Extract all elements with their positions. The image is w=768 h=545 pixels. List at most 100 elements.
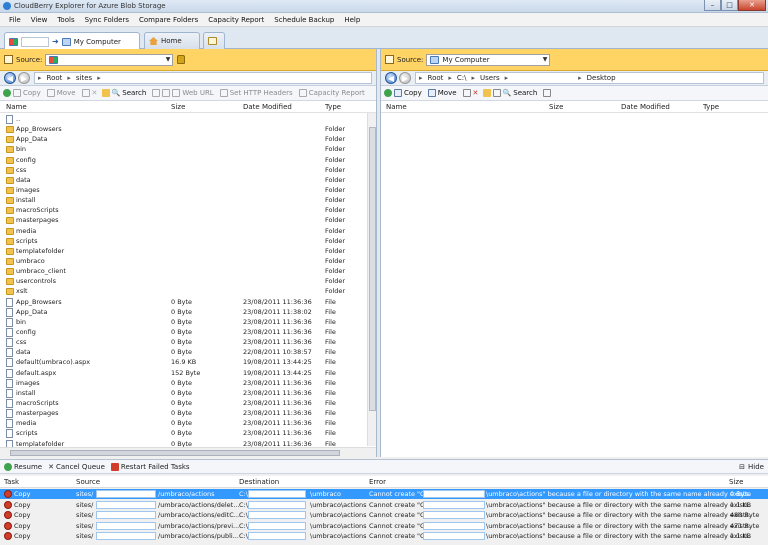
left-vertical-scrollbar[interactable] xyxy=(367,113,376,446)
refresh-icon[interactable] xyxy=(384,89,392,97)
minimize-button[interactable]: – xyxy=(704,0,721,11)
tab-home[interactable]: Home xyxy=(144,32,200,49)
list-item[interactable]: umbraco_client Folder xyxy=(0,267,366,277)
menu-sync-folders[interactable]: Sync Folders xyxy=(80,16,134,24)
list-item[interactable]: install 0 Byte 23/08/2011 11:36:36 File xyxy=(0,388,366,399)
list-item[interactable]: macroScripts Folder xyxy=(0,206,366,216)
back-button[interactable]: ◀ xyxy=(385,72,397,84)
col-size[interactable]: Size xyxy=(729,478,743,486)
properties-icon[interactable] xyxy=(152,89,161,97)
list-item[interactable]: bin Folder xyxy=(0,145,366,155)
menu-help[interactable]: Help xyxy=(339,16,365,24)
new-folder-icon[interactable] xyxy=(482,89,491,97)
list-item[interactable]: App_Browsers Folder xyxy=(0,125,366,135)
left-horizontal-scrollbar[interactable] xyxy=(0,447,376,457)
back-button[interactable]: ◀ xyxy=(4,72,16,84)
list-item[interactable]: scripts Folder xyxy=(0,237,366,247)
list-item[interactable]: data Folder xyxy=(0,176,366,186)
tab-account-field[interactable] xyxy=(21,36,49,47)
col-destination[interactable]: Destination xyxy=(239,478,279,486)
queue-row[interactable]: Copy sites/ /umbraco/actions/delet... C:\ \u… xyxy=(0,500,768,510)
col-size[interactable]: Size xyxy=(171,103,185,111)
list-item[interactable]: data 0 Byte 22/08/2011 10:38:57 File xyxy=(0,348,366,358)
list-item[interactable]: install Folder xyxy=(0,196,366,206)
cancel-queue-button[interactable]: ✕ Cancel Queue xyxy=(48,463,105,471)
col-date[interactable]: Date Modified xyxy=(243,103,292,111)
list-item[interactable]: default(umbraco).aspx 16.9 KB 19/08/2011 1… xyxy=(0,358,366,368)
forward-button[interactable]: ▶ xyxy=(18,72,30,84)
hide-button[interactable]: ⊟ Hide xyxy=(739,463,764,471)
col-date[interactable]: Date Modified xyxy=(621,103,670,111)
queue-row[interactable]: Copy sites/ /umbraco/actions/publi... C:\ \u… xyxy=(0,531,768,541)
queue-row[interactable]: Copy sites/ /umbraco/actions/editC... C:\ \u… xyxy=(0,510,768,520)
col-task[interactable]: Task xyxy=(4,478,19,486)
restart-failed-tasks-button[interactable]: Restart Failed Tasks xyxy=(110,462,190,471)
menu-schedule-backup[interactable]: Schedule Backup xyxy=(269,16,339,24)
search-button[interactable]: 🔍 Search xyxy=(503,89,538,97)
menu-view[interactable]: View xyxy=(26,16,53,24)
list-item[interactable]: scripts 0 Byte 23/08/2011 11:36:36 File xyxy=(0,429,366,439)
list-item[interactable]: images 0 Byte 23/08/2011 11:36:36 File xyxy=(0,378,366,389)
set-http-headers-button[interactable]: Set HTTP Headers xyxy=(219,89,293,97)
menu-compare-folders[interactable]: Compare Folders xyxy=(134,16,203,24)
list-item[interactable]: config 0 Byte 23/08/2011 11:36:36 File xyxy=(0,327,366,338)
lock-icon[interactable] xyxy=(177,55,186,64)
col-type[interactable]: Type xyxy=(325,103,341,111)
menu-tools[interactable]: Tools xyxy=(52,16,79,24)
scroll-thumb[interactable] xyxy=(369,127,376,411)
list-item[interactable]: css Folder xyxy=(0,166,366,176)
delete-icon[interactable]: ✕ xyxy=(92,89,100,97)
properties-icon[interactable] xyxy=(492,89,501,97)
list-item[interactable]: App_Browsers 0 Byte 23/08/2011 11:36:36 Fil… xyxy=(0,297,366,308)
queue-row[interactable]: Copy sites/ /umbraco/actions C:\ \umbraco Can… xyxy=(0,489,768,499)
tab-my-computer[interactable]: ➜ My Computer xyxy=(4,32,140,50)
resume-button[interactable]: Resume xyxy=(4,462,42,471)
rename-icon[interactable] xyxy=(81,89,90,97)
col-type[interactable]: Type xyxy=(703,103,719,111)
right-source-select[interactable]: My Computer ▼ xyxy=(426,53,551,66)
breadcrumb-root[interactable]: Root xyxy=(47,74,63,82)
left-source-select[interactable]: ▼ xyxy=(45,53,174,66)
breadcrumb-sites[interactable]: sites xyxy=(76,74,92,82)
list-item[interactable]: config Folder xyxy=(0,156,366,166)
breadcrumb-root[interactable]: Root xyxy=(428,74,444,82)
list-item[interactable]: media Folder xyxy=(0,227,366,237)
list-item[interactable]: images Folder xyxy=(0,186,366,196)
move-button[interactable]: Move xyxy=(427,89,457,97)
breadcrumb-desktop[interactable]: Desktop xyxy=(587,74,616,82)
col-name[interactable]: Name xyxy=(6,103,27,111)
list-item[interactable]: App_Data 0 Byte 23/08/2011 11:38:02 File xyxy=(0,307,366,318)
list-item[interactable]: macroScripts 0 Byte 23/08/2011 11:36:36 Fil… xyxy=(0,398,366,409)
list-item[interactable]: App_Data Folder xyxy=(0,135,366,145)
list-item[interactable]: templatefolder Folder xyxy=(0,247,366,257)
copy-button[interactable]: Copy xyxy=(13,89,41,97)
forward-button[interactable]: ▶ xyxy=(399,72,411,84)
list-item[interactable]: .. xyxy=(0,115,366,125)
capacity-report-button[interactable]: Capacity Report xyxy=(298,89,365,97)
view-icon[interactable] xyxy=(543,89,552,97)
list-item[interactable]: xslt Folder xyxy=(0,287,366,297)
web-url-button[interactable]: Web URL xyxy=(172,89,214,97)
scroll-thumb[interactable] xyxy=(10,450,340,456)
copy-button[interactable]: Copy xyxy=(394,89,422,97)
col-source[interactable]: Source xyxy=(76,478,100,486)
list-item[interactable]: masterpages Folder xyxy=(0,216,366,226)
list-item[interactable]: bin 0 Byte 23/08/2011 11:36:36 File xyxy=(0,317,366,328)
list-item[interactable]: media 0 Byte 23/08/2011 11:36:36 File xyxy=(0,419,366,429)
menu-file[interactable]: File xyxy=(4,16,26,24)
menu-capacity-report[interactable]: Capacity Report xyxy=(203,16,269,24)
list-item[interactable]: umbraco Folder xyxy=(0,257,366,267)
breadcrumb-user[interactable] xyxy=(513,74,574,82)
new-folder-icon[interactable] xyxy=(101,89,110,97)
refresh-icon[interactable] xyxy=(3,89,11,97)
rename-icon[interactable] xyxy=(462,89,471,97)
close-button[interactable]: ✕ xyxy=(738,0,766,11)
list-item[interactable]: usercontrols Folder xyxy=(0,277,366,287)
col-name[interactable]: Name xyxy=(386,103,407,111)
acl-icon[interactable] xyxy=(162,89,171,97)
maximize-button[interactable]: □ xyxy=(721,0,738,11)
list-item[interactable]: masterpages 0 Byte 23/08/2011 11:36:36 File xyxy=(0,409,366,419)
list-item[interactable]: css 0 Byte 23/08/2011 11:36:36 File xyxy=(0,338,366,348)
breadcrumb-drive[interactable]: C:\ xyxy=(457,74,467,82)
move-button[interactable]: Move xyxy=(46,89,76,97)
